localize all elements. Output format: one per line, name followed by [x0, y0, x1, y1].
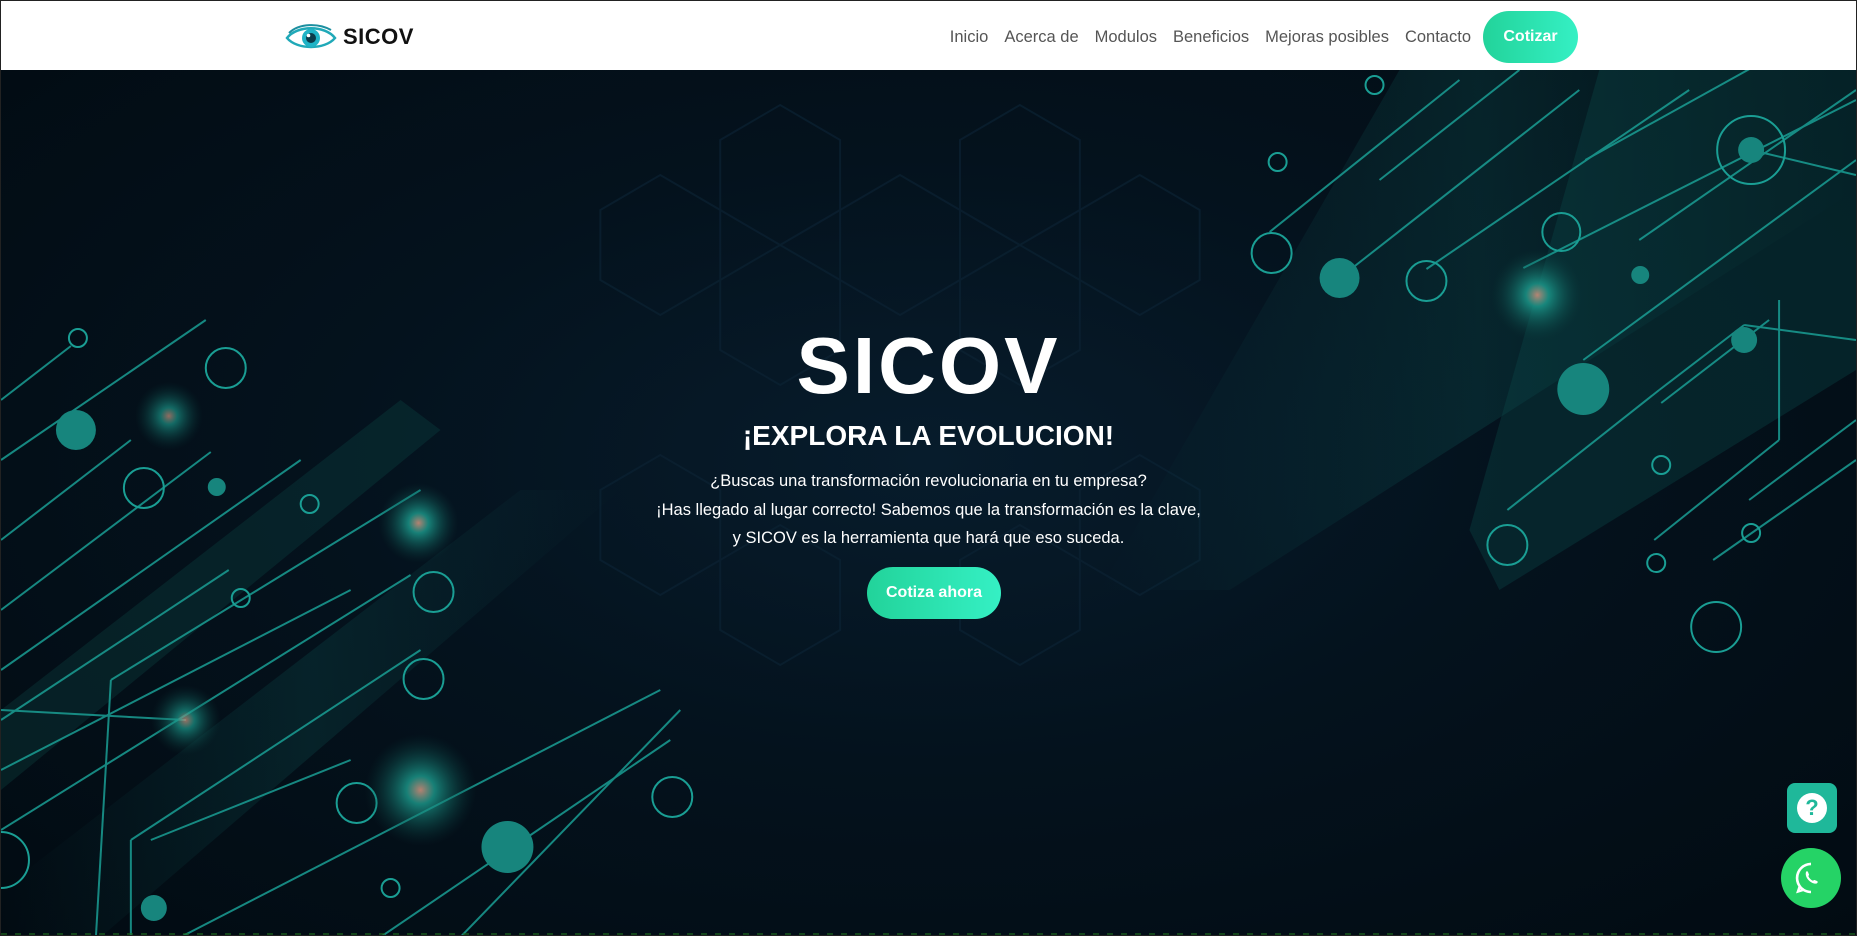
cotiza-ahora-button[interactable]: Cotiza ahora	[867, 567, 1001, 619]
hero-subtitle: ¡EXPLORA LA EVOLUCION!	[742, 420, 1115, 451]
nav-link-contacto[interactable]: Contacto	[1405, 12, 1471, 62]
brand[interactable]: SICOV	[285, 21, 414, 53]
nav-link-inicio[interactable]: Inicio	[950, 12, 989, 62]
nav-link-modulos[interactable]: Modulos	[1095, 12, 1157, 62]
hero-description: ¿Buscas una transformación revolucionari…	[1, 467, 1856, 553]
whatsapp-icon	[1795, 862, 1818, 894]
navbar: SICOV Inicio Acerca de Modulos Beneficio…	[1, 1, 1856, 70]
eye-logo-icon	[285, 24, 337, 49]
brand-name: SICOV	[343, 24, 414, 49]
hero-section: SICOV ¡EXPLORA LA EVOLUCION! ¿Buscas una…	[1, 70, 1856, 935]
whatsapp-button[interactable]	[1781, 848, 1841, 908]
nav-link-acerca[interactable]: Acerca de	[1004, 12, 1078, 62]
question-icon: ?	[1797, 793, 1827, 823]
hero-title: SICOV	[796, 321, 1061, 410]
hero-line: y SICOV es la herramienta que hará que e…	[732, 529, 1125, 547]
hero-line: ¿Buscas una transformación revolucionari…	[710, 472, 1147, 490]
nav-link-mejoras[interactable]: Mejoras posibles	[1265, 12, 1389, 62]
nav-menu: Inicio Acerca de Modulos Beneficios Mejo…	[934, 11, 1578, 63]
nav-link-beneficios[interactable]: Beneficios	[1173, 12, 1249, 62]
cotizar-button[interactable]: Cotizar	[1483, 11, 1578, 63]
page: SICOV Inicio Acerca de Modulos Beneficio…	[0, 0, 1857, 936]
help-button[interactable]: ?	[1787, 783, 1837, 833]
hero-line: ¡Has llegado al lugar correcto! Sabemos …	[656, 500, 1201, 519]
